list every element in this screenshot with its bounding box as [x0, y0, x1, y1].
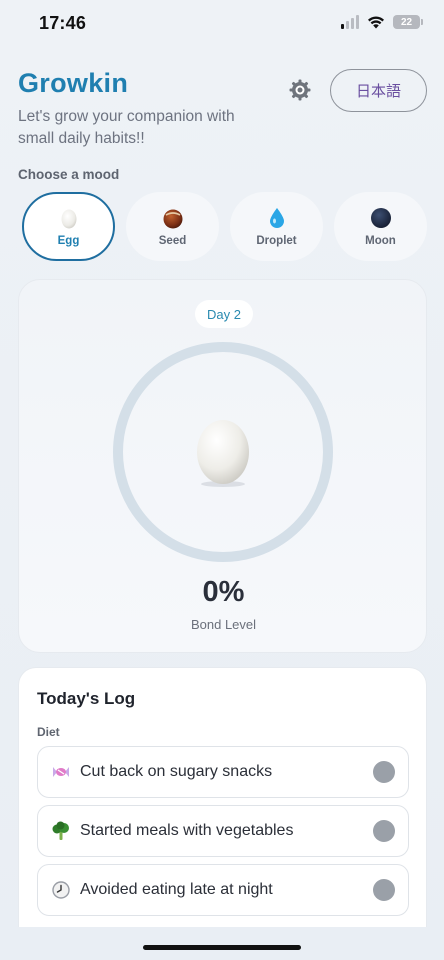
gear-icon	[289, 79, 311, 101]
log-item-checkbox[interactable]	[373, 820, 395, 842]
log-item-checkbox[interactable]	[373, 879, 395, 901]
status-bar: 17:46 22	[0, 0, 444, 48]
mood-chip-moon[interactable]: Moon	[334, 192, 427, 261]
bond-progress-ring	[113, 342, 333, 562]
language-button[interactable]: 日本語	[330, 69, 427, 112]
status-time: 17:46	[39, 13, 87, 33]
mood-chip-label: Moon	[365, 234, 396, 247]
mood-chip-label: Egg	[57, 234, 80, 247]
mood-chip-egg[interactable]: Egg	[22, 192, 115, 261]
candy-icon	[50, 764, 72, 780]
mood-chip-label: Seed	[158, 234, 187, 247]
mood-chip-seed[interactable]: Seed	[126, 192, 219, 261]
moon-icon	[370, 207, 392, 229]
mood-selector: Egg Seed Droplet Moon	[22, 192, 427, 261]
seed-icon	[162, 207, 184, 229]
settings-button[interactable]	[288, 78, 312, 102]
mood-section-label: Choose a mood	[18, 167, 120, 182]
mood-chip-droplet[interactable]: Droplet	[230, 192, 323, 261]
log-item-text: Cut back on sugary snacks	[80, 763, 273, 780]
log-item-checkbox[interactable]	[373, 761, 395, 783]
broccoli-icon	[50, 821, 72, 841]
mood-chip-label: Droplet	[256, 234, 297, 247]
status-icons: 22	[341, 15, 423, 29]
companion-card: Day 2 0% Bond Level	[18, 279, 427, 653]
companion-egg-icon[interactable]	[197, 420, 249, 487]
todays-log-card: Today's Log Diet Cut back on sugary snac…	[18, 667, 427, 927]
log-category-label: Diet	[37, 725, 60, 739]
log-title: Today's Log	[37, 689, 136, 708]
bond-percent: 0%	[202, 576, 245, 608]
app-subtitle: Let's grow your companion with small dai…	[18, 108, 235, 147]
bond-level-label: Bond Level	[190, 617, 257, 632]
log-item-text: Started meals with vegetables	[80, 822, 294, 839]
log-item[interactable]: Avoided eating late at night	[37, 864, 409, 916]
cellular-signal-icon	[341, 15, 359, 29]
log-item-text: Avoided eating late at night	[80, 881, 273, 898]
egg-icon	[58, 207, 80, 229]
battery-indicator: 22	[393, 15, 423, 29]
droplet-icon	[266, 207, 288, 229]
app-title: Growkin	[18, 68, 129, 98]
home-indicator[interactable]	[143, 945, 301, 950]
wifi-icon	[368, 16, 384, 29]
log-item[interactable]: Started meals with vegetables	[37, 805, 409, 857]
log-item[interactable]: Cut back on sugary snacks	[37, 746, 409, 798]
clock-icon	[50, 881, 72, 899]
day-badge: Day 2	[195, 300, 253, 328]
